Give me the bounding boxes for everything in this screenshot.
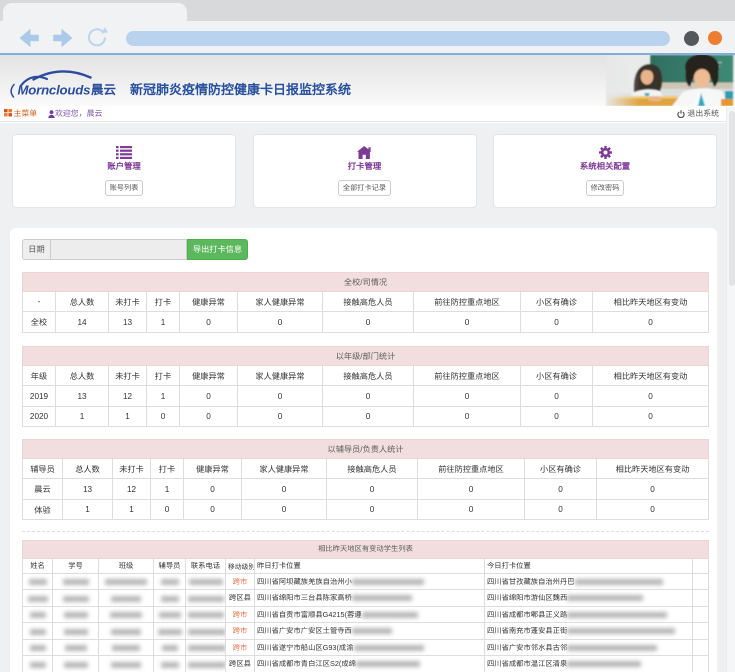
svg-text:Mornclouds: Mornclouds bbox=[18, 83, 91, 98]
svg-text:晨云: 晨云 bbox=[91, 79, 117, 98]
